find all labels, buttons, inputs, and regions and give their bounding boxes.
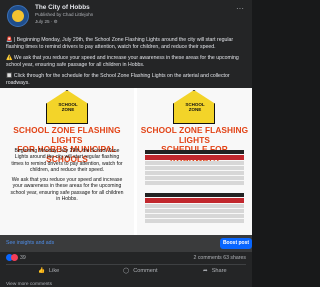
post-actions: 👍 Like ◯ Comment ➦ Share <box>0 266 252 280</box>
comments-shares-count[interactable]: 2 comments 63 shares <box>194 255 246 261</box>
right-title-line: SCHOOL ZONE FLASHING LIGHTS <box>140 125 249 145</box>
left-body: Beginning Monday, July 29th, the School … <box>8 148 126 202</box>
post-date[interactable]: July 25 · ⚙ <box>35 19 58 25</box>
left-title-line: SCHOOL ZONE FLASHING LIGHTS <box>13 125 121 145</box>
left-body-paragraph: Beginning Monday, July 29th, the School … <box>11 148 123 173</box>
sign-text: SCHOOL ZONE <box>185 102 205 112</box>
see-insights-link[interactable]: See insights and ads <box>6 240 54 246</box>
schedule-row <box>145 171 244 175</box>
divider <box>6 264 246 265</box>
comment-icon: ◯ <box>123 268 130 274</box>
city-seal-icon <box>12 10 24 22</box>
reactions-bar: 39 2 comments 63 shares <box>0 252 252 263</box>
facebook-post: The City of Hobbs Published by Chad Litt… <box>0 0 252 287</box>
schedule-column-header <box>145 198 244 203</box>
published-by: Published by Chad Littlejohn <box>35 12 94 17</box>
schedule-row <box>145 166 244 170</box>
schedule-row <box>145 219 244 223</box>
sign-text: SCHOOL ZONE <box>58 102 78 112</box>
insights-bar: See insights and ads Boost post <box>0 235 252 252</box>
thumbs-up-icon: 👍 <box>38 268 45 274</box>
like-label: Like <box>48 268 60 274</box>
more-options-icon[interactable]: ··· <box>236 4 244 13</box>
share-button[interactable]: ➦ Share <box>203 268 227 274</box>
share-label: Share <box>211 268 227 274</box>
school-zone-sign-icon: SCHOOL ZONE <box>173 90 215 124</box>
post-paragraph: 🚨 | Beginning Monday, July 29th, the Sch… <box>6 37 234 50</box>
schedule-row <box>145 214 244 218</box>
view-more-comments-link[interactable]: View more comments <box>6 282 52 287</box>
schedule-header-bar <box>145 150 244 154</box>
post-paragraph: 🔲 Click through for the schedule for the… <box>6 73 230 86</box>
schedule-row <box>145 176 244 180</box>
comment-button[interactable]: ◯ Comment <box>123 268 158 274</box>
school-zone-sign-icon: SCHOOL ZONE <box>46 90 88 124</box>
like-button[interactable]: 👍 Like <box>38 268 59 274</box>
schedule-row <box>145 161 244 165</box>
reaction-icons[interactable] <box>6 254 18 261</box>
comment-label: Comment <box>133 268 158 274</box>
left-panel: SCHOOL ZONE SCHOOL ZONE FLASHING LIGHTS … <box>0 88 134 235</box>
boost-post-button[interactable]: Boost post <box>220 238 252 249</box>
avatar[interactable] <box>7 5 29 27</box>
schedule-table <box>145 150 244 195</box>
page-name[interactable]: The City of Hobbs <box>35 4 90 11</box>
schedule-header-bar <box>145 193 244 197</box>
schedule-table <box>145 193 244 235</box>
love-reaction-icon <box>11 254 18 261</box>
schedule-row <box>145 181 244 185</box>
right-panel: SCHOOL ZONE SCHOOL ZONE FLASHING LIGHTS … <box>137 88 252 235</box>
share-icon: ➦ <box>203 268 208 274</box>
reaction-count[interactable]: 39 <box>20 255 26 261</box>
post-paragraph: ⚠️ We ask that you reduce your speed and… <box>6 55 239 68</box>
post-image[interactable]: SCHOOL ZONE SCHOOL ZONE FLASHING LIGHTS … <box>0 88 252 235</box>
left-body-paragraph: We ask that you reduce your speed and in… <box>10 177 124 203</box>
post-header: The City of Hobbs Published by Chad Litt… <box>0 0 252 38</box>
schedule-column-header <box>145 155 244 160</box>
schedule-row <box>145 209 244 213</box>
schedule-row <box>145 204 244 208</box>
post-text: 🚨 | Beginning Monday, July 29th, the Sch… <box>6 37 246 91</box>
